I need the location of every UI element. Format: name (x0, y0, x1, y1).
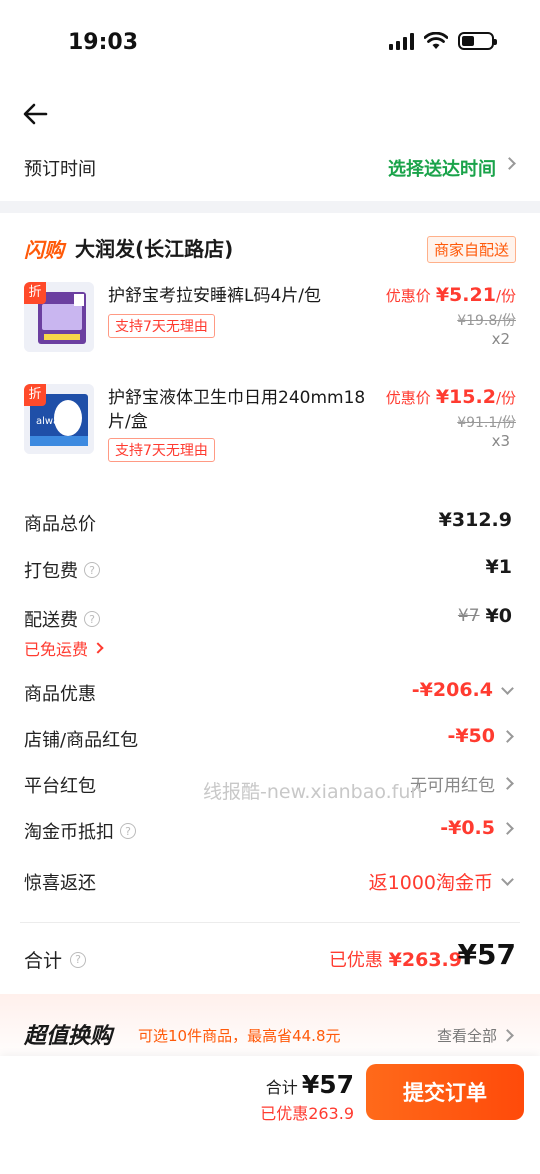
goods-total-row: 商品总价 ¥312.9 (0, 504, 540, 540)
goods-discount-row[interactable]: 商品优惠 -¥206.4 (0, 674, 540, 710)
platform-coupon-label: 平台红包 (24, 776, 96, 797)
product-price: 优惠价 ¥15.2/份 (386, 386, 516, 408)
packing-fee-row: 打包费? ¥1 (0, 551, 540, 587)
coins-label: 淘金币抵扣 (24, 822, 114, 843)
product-image[interactable]: 折 (24, 282, 94, 352)
product-price: 优惠价 ¥5.21/份 (386, 284, 516, 306)
platform-coupon-value: 无可用红包 (410, 776, 495, 796)
store-coupon-value: -¥50 (447, 725, 495, 747)
product-name: 护舒宝考拉安睡裤L码4片/包 (108, 286, 322, 306)
chevron-down-icon (501, 681, 514, 695)
discount-tag: 折 (24, 282, 46, 304)
original-price: ¥19.8/份 (457, 313, 516, 329)
surprise-value: 返1000淘金币 (368, 872, 493, 894)
battery-icon (458, 32, 497, 50)
order-time-label: 预订时间 (24, 159, 96, 180)
status-icons (389, 32, 497, 50)
delivery-badge: 商家自配送 (426, 236, 516, 263)
price-value: ¥5.21 (435, 284, 496, 306)
total-row: 合计? 已优惠 ¥263.9 ¥57 (0, 936, 540, 980)
coins-deduction-row[interactable]: 淘金币抵扣? -¥0.5 (0, 812, 540, 848)
original-price: ¥91.1/份 (457, 415, 516, 431)
price-unit: /份 (495, 287, 516, 305)
product-item[interactable]: 折 护舒宝考拉安睡裤L码4片/包 支持7天无理由 优惠价 ¥5.21/份 ¥19… (0, 282, 540, 382)
store-coupon-row[interactable]: 店铺/商品红包 -¥50 (0, 720, 540, 756)
wifi-icon (424, 32, 448, 49)
divider (20, 922, 520, 923)
store-coupon-label: 店铺/商品红包 (24, 730, 139, 751)
help-icon[interactable]: ? (84, 611, 100, 627)
surprise-return-row[interactable]: 惊喜返还 返1000淘金币 (0, 863, 540, 899)
bottom-total-amount: ¥57 (301, 1070, 354, 1099)
status-bar: 19:03 (0, 0, 540, 88)
total-amount: ¥57 (457, 938, 516, 971)
product-quantity: x2 (491, 330, 510, 348)
delivery-fee-row: 配送费? ¥7 ¥0 (0, 600, 540, 636)
return-policy-tag: 支持7天无理由 (108, 438, 215, 462)
promo-subtitle: 可选10件商品，最高省44.8元 (138, 1027, 341, 1045)
delivery-fee-value: ¥0 (485, 605, 512, 627)
chevron-right-icon (503, 157, 516, 170)
delivery-fee-original: ¥7 (457, 606, 480, 626)
product-quantity: x3 (491, 432, 510, 450)
chevron-right-icon (501, 729, 514, 743)
packing-fee-value: ¥1 (485, 556, 512, 578)
price-unit: /份 (495, 389, 516, 407)
goods-total-value: ¥312.9 (438, 509, 512, 531)
watermark-text: 线报酷-new.xianbao.fun (203, 781, 423, 803)
goods-discount-value: -¥206.4 (411, 679, 493, 701)
help-icon[interactable]: ? (70, 951, 87, 968)
coins-value: -¥0.5 (440, 817, 495, 839)
product-item[interactable]: always 折 护舒宝液体卫生巾日用240mm18片/盒 支持7天无理由 优惠… (0, 384, 540, 484)
promo-title: 超值换购 (24, 1024, 113, 1049)
bottom-total-label: 合计 (265, 1078, 298, 1097)
view-all-link[interactable]: 查看全部 (436, 1025, 514, 1046)
goods-total-label: 商品总价 (24, 514, 96, 535)
bottom-saved-text: 已优惠263.9 (260, 1104, 354, 1123)
back-arrow-icon[interactable] (20, 98, 52, 130)
packing-fee-label: 打包费 (24, 561, 78, 582)
signal-icon (389, 32, 414, 50)
chevron-right-icon (501, 1029, 514, 1042)
chevron-right-icon (501, 821, 514, 835)
goods-discount-label: 商品优惠 (24, 684, 96, 705)
total-discount-text: 已优惠 (328, 950, 383, 971)
submit-order-button[interactable]: 提交订单 (366, 1064, 524, 1120)
product-name: 护舒宝液体卫生巾日用240mm18片/盒 (108, 388, 366, 432)
select-delivery-time-link[interactable]: 选择送达时间 (388, 155, 496, 181)
help-icon[interactable]: ? (120, 823, 136, 839)
section-divider (0, 201, 540, 213)
bottom-bar: 合计 ¥57 已优惠263.9 提交订单 (0, 1056, 540, 1174)
store-name[interactable]: 大润发(长江路店) (75, 233, 233, 262)
price-label: 优惠价 (385, 389, 431, 407)
chevron-right-icon (92, 642, 104, 654)
svg-text:always: always (36, 416, 70, 427)
surprise-label: 惊喜返还 (24, 873, 96, 894)
total-discount-value: ¥263.9 (388, 949, 462, 971)
discount-tag: 折 (24, 384, 46, 406)
help-icon[interactable]: ? (84, 562, 100, 578)
exchange-promo-banner[interactable]: 超值换购 可选10件商品，最高省44.8元 查看全部 (0, 994, 540, 1064)
delivery-fee-label: 配送费 (24, 610, 78, 631)
total-label: 合计 (24, 950, 63, 972)
order-time-row[interactable]: 预订时间 选择送达时间 (0, 145, 540, 191)
flash-buy-logo: 闪购 (24, 238, 64, 262)
chevron-down-icon (501, 873, 514, 886)
chevron-right-icon (501, 777, 514, 790)
status-time: 19:03 (68, 30, 139, 55)
price-label: 优惠价 (385, 287, 431, 305)
view-all-text: 查看全部 (436, 1027, 497, 1045)
price-value: ¥15.2 (435, 386, 496, 408)
product-image[interactable]: always 折 (24, 384, 94, 454)
free-shipping-link[interactable]: 已免运费 (24, 636, 104, 660)
free-shipping-text: 已免运费 (24, 640, 89, 659)
return-policy-tag: 支持7天无理由 (108, 314, 215, 338)
